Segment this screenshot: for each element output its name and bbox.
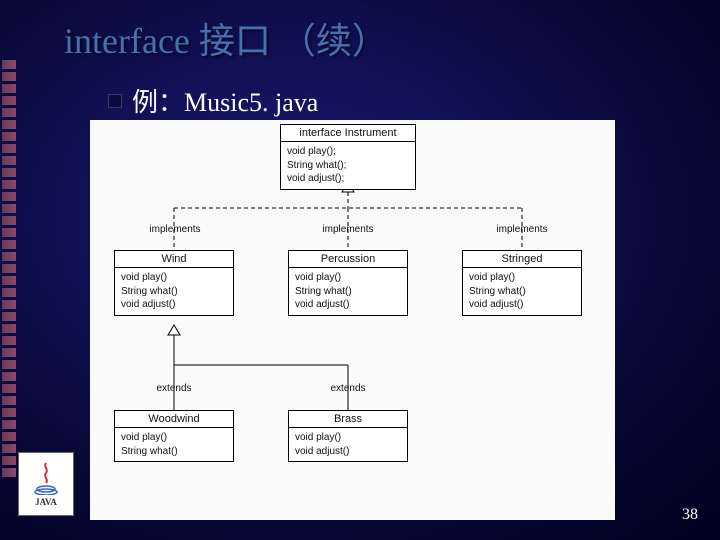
class-woodwind-title: Woodwind — [115, 411, 233, 428]
example-row: 例：Music5. java — [108, 82, 720, 119]
bullet-icon — [108, 94, 122, 108]
edge-implements-1: implements — [313, 224, 383, 235]
class-brass-body: void play() void adjust() — [289, 428, 407, 461]
uml-diagram: interface Instrument void play(); String… — [90, 120, 615, 520]
class-stringed-body: void play() String what() void adjust() — [463, 268, 581, 315]
coffee-cup-icon — [31, 461, 61, 495]
slide-title: interface 接口 （续） — [0, 0, 720, 64]
class-woodwind-body: void play() String what() — [115, 428, 233, 461]
class-percussion: Percussion void play() String what() voi… — [288, 250, 408, 316]
class-wind-body: void play() String what() void adjust() — [115, 268, 233, 315]
page-number: 38 — [682, 506, 698, 524]
example-label: 例：Music5. java — [132, 82, 318, 119]
edge-implements-2: implements — [487, 224, 557, 235]
class-brass: Brass void play() void adjust() — [288, 410, 408, 462]
class-brass-title: Brass — [289, 411, 407, 428]
interface-title: interface Instrument — [281, 125, 415, 142]
edge-extends-0: extends — [146, 383, 202, 394]
class-stringed-title: Stringed — [463, 251, 581, 268]
java-logo-text: JAVA — [35, 497, 57, 507]
decorative-left-bar — [2, 60, 16, 480]
java-logo: JAVA — [18, 452, 74, 516]
class-percussion-title: Percussion — [289, 251, 407, 268]
class-stringed: Stringed void play() String what() void … — [462, 250, 582, 316]
interface-body: void play(); String what(); void adjust(… — [281, 142, 415, 189]
class-woodwind: Woodwind void play() String what() — [114, 410, 234, 462]
edge-implements-0: implements — [140, 224, 210, 235]
class-percussion-body: void play() String what() void adjust() — [289, 268, 407, 315]
class-wind: Wind void play() String what() void adju… — [114, 250, 234, 316]
class-wind-title: Wind — [115, 251, 233, 268]
interface-box: interface Instrument void play(); String… — [280, 124, 416, 190]
edge-extends-1: extends — [320, 383, 376, 394]
